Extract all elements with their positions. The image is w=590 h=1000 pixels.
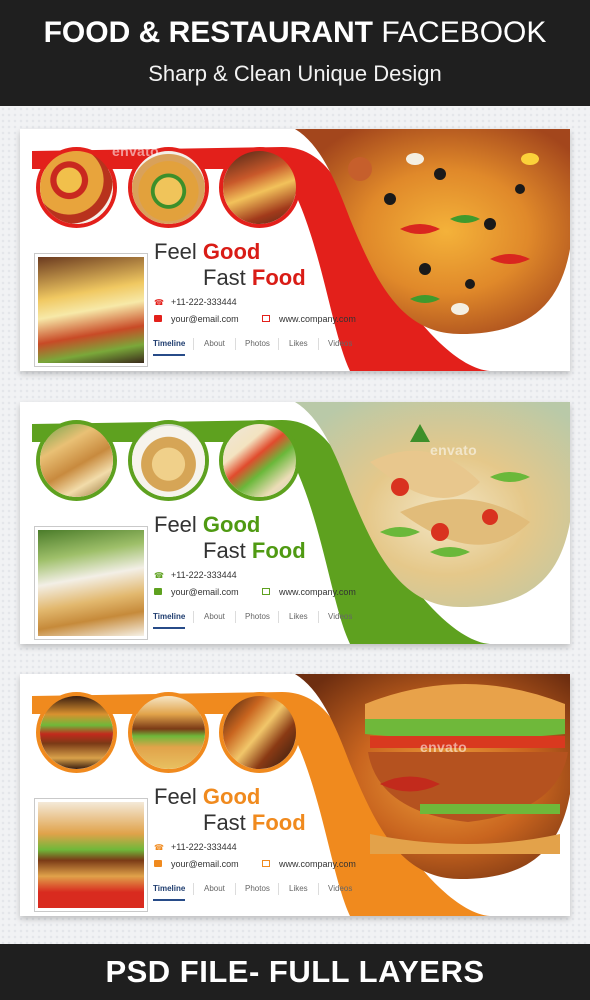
email-contact[interactable]: your@email.com xyxy=(154,586,239,598)
tab-likes[interactable]: Likes xyxy=(289,884,308,893)
gallery-photo-2 xyxy=(128,692,209,773)
monitor-icon xyxy=(262,315,270,322)
header-title: FOOD & RESTAURANT FACEBOOK xyxy=(0,13,590,53)
tab-about[interactable]: About xyxy=(204,339,225,348)
tagline-line-1: Feel Good xyxy=(154,784,261,809)
envelope-icon xyxy=(154,860,162,867)
website-contact[interactable]: www.company.com xyxy=(262,313,356,325)
tab-about[interactable]: About xyxy=(204,884,225,893)
tagline-line-2: Fast Food xyxy=(203,810,306,835)
gallery-photo-1 xyxy=(36,692,117,773)
header-subtitle: Sharp & Clean Unique Design xyxy=(148,61,442,86)
cover-card-red: Feel Good Fast Food ☎ +11-222-333444 your… xyxy=(20,129,570,371)
email-contact[interactable]: your@email.com xyxy=(154,313,239,325)
tagline-line-1: Feel Good xyxy=(154,239,261,264)
envelope-icon xyxy=(154,315,162,322)
tab-videos[interactable]: Videos xyxy=(328,612,352,621)
website-contact[interactable]: www.company.com xyxy=(262,858,356,870)
tab-timeline[interactable]: Timeline xyxy=(153,884,186,901)
watermark: envato xyxy=(112,143,159,159)
tab-photos[interactable]: Photos xyxy=(245,339,270,348)
tagline-line-2: Fast Food xyxy=(203,538,306,563)
tab-videos[interactable]: Videos xyxy=(328,884,352,893)
profile-picture[interactable] xyxy=(35,527,147,639)
tab-likes[interactable]: Likes xyxy=(289,612,308,621)
watermark: envato xyxy=(430,442,477,458)
envelope-icon xyxy=(154,588,162,595)
tab-videos[interactable]: Videos xyxy=(328,339,352,348)
tab-photos[interactable]: Photos xyxy=(245,884,270,893)
header-title-light: FACEBOOK xyxy=(381,16,547,49)
website-contact[interactable]: www.company.com xyxy=(262,586,356,598)
tab-photos[interactable]: Photos xyxy=(245,612,270,621)
tab-timeline[interactable]: Timeline xyxy=(153,339,186,356)
tagline-line-2: Fast Food xyxy=(203,265,306,290)
phone-contact: ☎ +11-222-333444 xyxy=(154,570,237,580)
gallery-photo-3 xyxy=(219,692,300,773)
tab-likes[interactable]: Likes xyxy=(289,339,308,348)
profile-picture[interactable] xyxy=(35,799,147,911)
phone-contact: ☎ +11-222-333444 xyxy=(154,842,237,852)
gallery-photo-2 xyxy=(128,147,209,228)
phone-icon: ☎ xyxy=(154,843,164,852)
footer-banner: PSD FILE- FULL LAYERS xyxy=(0,944,590,1000)
tagline-line-1: Feel Good xyxy=(154,512,261,537)
gallery-photo-1 xyxy=(36,147,117,228)
header-title-bold: FOOD & RESTAURANT xyxy=(43,16,374,49)
header-banner: FOOD & RESTAURANT FACEBOOK Sharp & Clean… xyxy=(0,0,590,106)
tab-timeline[interactable]: Timeline xyxy=(153,612,186,629)
gallery-photo-3 xyxy=(219,420,300,501)
cover-card-green: Feel Good Fast Food ☎ +11-222-333444 your… xyxy=(20,402,570,644)
monitor-icon xyxy=(262,860,270,867)
profile-picture[interactable] xyxy=(35,254,147,366)
phone-contact: ☎ +11-222-333444 xyxy=(154,297,237,307)
gallery-photo-2 xyxy=(128,420,209,501)
phone-icon: ☎ xyxy=(154,298,164,307)
gallery-photo-3 xyxy=(219,147,300,228)
monitor-icon xyxy=(262,588,270,595)
gallery-photo-1 xyxy=(36,420,117,501)
watermark: envato xyxy=(420,739,467,755)
cover-card-orange: Feel Good Fast Food ☎ +11-222-333444 your… xyxy=(20,674,570,916)
tab-about[interactable]: About xyxy=(204,612,225,621)
email-contact[interactable]: your@email.com xyxy=(154,858,239,870)
phone-icon: ☎ xyxy=(154,571,164,580)
